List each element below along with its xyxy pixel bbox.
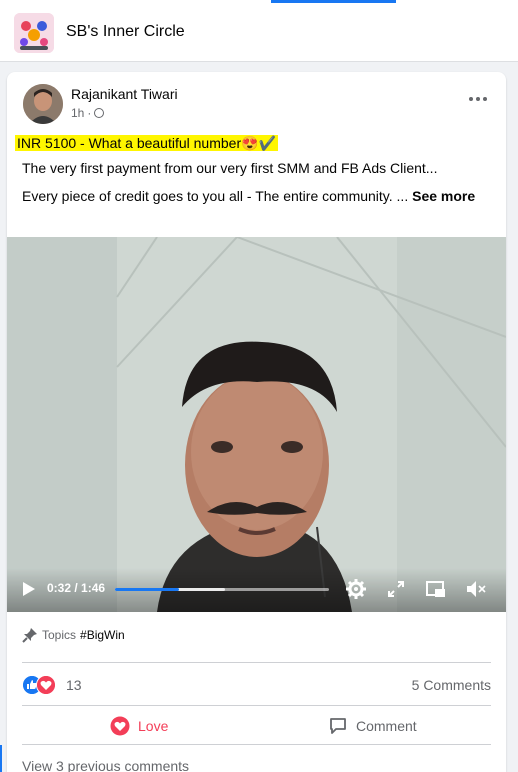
view-previous-comments-link[interactable]: View 3 previous comments bbox=[22, 758, 189, 772]
love-reaction-icon bbox=[36, 675, 56, 695]
video-progress-bar[interactable] bbox=[115, 588, 329, 591]
author-avatar[interactable] bbox=[23, 84, 63, 124]
author-name[interactable]: Rajanikant Tiwari bbox=[71, 86, 178, 102]
love-label: Love bbox=[138, 718, 169, 734]
headline-text: INR 5100 - What a beautiful number bbox=[17, 135, 242, 151]
post-body-text: Every piece of credit goes to you all - … bbox=[22, 188, 409, 204]
reactions-summary[interactable]: 13 bbox=[22, 675, 82, 695]
pin-icon bbox=[22, 628, 37, 643]
divider bbox=[22, 744, 491, 745]
heart-eyes-emoji: 😍✔️ bbox=[241, 135, 276, 151]
comment-button[interactable]: Comment bbox=[328, 714, 417, 738]
mute-icon[interactable] bbox=[465, 578, 487, 600]
picture-in-picture-icon[interactable] bbox=[425, 578, 447, 600]
dot-icon bbox=[483, 97, 487, 101]
reaction-icons bbox=[22, 675, 58, 695]
group-header: SB's Inner Circle bbox=[0, 3, 518, 62]
comment-label: Comment bbox=[356, 718, 417, 734]
dot-icon bbox=[469, 97, 473, 101]
settings-gear-icon[interactable] bbox=[345, 578, 367, 600]
post-meta: 1h · bbox=[71, 106, 105, 120]
highlighted-text: INR 5100 - What a beautiful number😍✔️ bbox=[15, 135, 278, 151]
divider bbox=[22, 662, 491, 663]
edge-indicator bbox=[0, 745, 2, 772]
reaction-count: 13 bbox=[66, 677, 82, 693]
post-time[interactable]: 1h bbox=[71, 106, 84, 120]
video-time: 0:32 / 1:46 bbox=[47, 581, 106, 595]
post-body-line-2: Every piece of credit goes to you all - … bbox=[22, 186, 492, 207]
love-button[interactable]: Love bbox=[110, 714, 168, 738]
heart-icon bbox=[110, 716, 130, 736]
dot-icon bbox=[476, 97, 480, 101]
audience-icon bbox=[94, 108, 105, 118]
post-card: Rajanikant Tiwari 1h · INR 5100 - What a… bbox=[7, 72, 506, 772]
topics-label: Topics bbox=[42, 628, 77, 642]
comments-count-link[interactable]: 5 Comments bbox=[412, 677, 491, 693]
post-headline: INR 5100 - What a beautiful number😍✔️ bbox=[15, 133, 278, 153]
post-body-line: The very first payment from our very fir… bbox=[22, 160, 438, 176]
topic-tag-bigwin[interactable]: #BigWin bbox=[80, 628, 125, 642]
comment-icon bbox=[330, 718, 346, 734]
video-controls: 0:32 / 1:46 bbox=[7, 568, 506, 612]
video-frame bbox=[7, 237, 506, 612]
video-player[interactable]: 0:32 / 1:46 bbox=[7, 237, 506, 612]
fullscreen-icon[interactable] bbox=[385, 578, 407, 600]
see-more-link[interactable]: See more bbox=[412, 188, 475, 204]
group-avatar[interactable] bbox=[14, 13, 54, 53]
progress-fill bbox=[115, 588, 180, 591]
play-icon[interactable] bbox=[23, 582, 35, 596]
divider bbox=[22, 705, 491, 706]
group-name[interactable]: SB's Inner Circle bbox=[66, 23, 185, 41]
post-options-button[interactable] bbox=[466, 92, 490, 106]
topics-row: Topics #BigWin bbox=[22, 627, 125, 643]
meta-separator: · bbox=[87, 106, 92, 120]
